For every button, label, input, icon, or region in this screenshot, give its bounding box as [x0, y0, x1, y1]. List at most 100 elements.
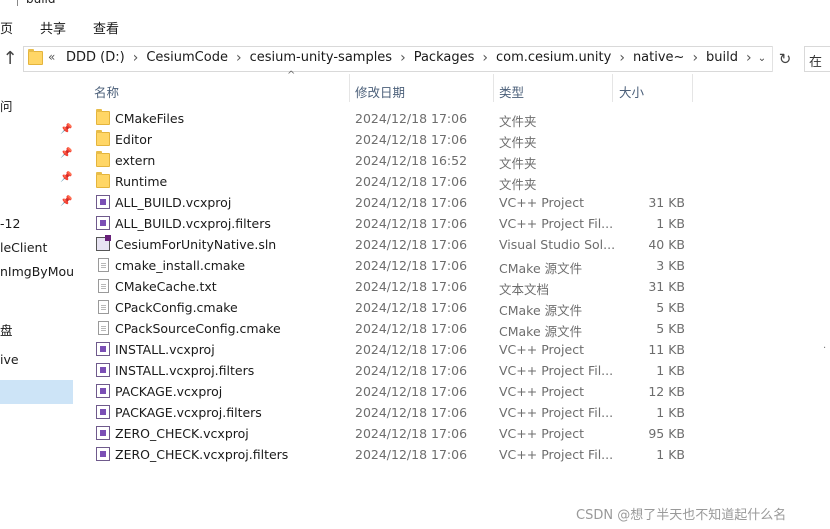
breadcrumb-item[interactable]: native~ [633, 50, 685, 65]
document-icon [98, 279, 109, 293]
file-row[interactable]: CMakeFiles 2024/12/18 17:06 文件夹 [74, 108, 734, 129]
nav-item-selected[interactable] [0, 380, 73, 404]
file-row[interactable]: CMakeCache.txt 2024/12/18 17:06 文本文档 31 … [74, 276, 734, 297]
chevron-right-icon[interactable]: › [482, 51, 488, 65]
address-overflow-button[interactable]: « [48, 50, 55, 64]
file-row[interactable]: CPackSourceConfig.cmake 2024/12/18 17:06… [74, 318, 734, 339]
file-type: 文件夹 [499, 177, 537, 192]
breadcrumb-item[interactable]: DDD (D:) [66, 50, 125, 65]
chevron-right-icon[interactable]: › [619, 51, 625, 65]
file-name: extern [115, 153, 156, 168]
folder-icon [96, 109, 110, 125]
tab-page[interactable]: 页 [0, 18, 13, 37]
file-row[interactable]: ALL_BUILD.vcxproj.filters 2024/12/18 17:… [74, 213, 734, 234]
search-placeholder: 在 [809, 55, 823, 70]
file-date: 2024/12/18 17:06 [355, 279, 468, 294]
document-icon [98, 321, 109, 335]
file-type: 文件夹 [499, 114, 537, 129]
file-row[interactable]: ALL_BUILD.vcxproj 2024/12/18 17:06 VC++ … [74, 192, 734, 213]
chevron-right-icon[interactable]: › [746, 51, 752, 65]
file-type: VC++ Project [499, 426, 584, 441]
file-type: Visual Studio Sol... [499, 237, 616, 252]
file-type: VC++ Project [499, 342, 584, 357]
file-name: PACKAGE.vcxproj [115, 384, 223, 399]
breadcrumb-item[interactable]: com.cesium.unity [496, 50, 611, 65]
vcxproj-icon [96, 426, 110, 440]
file-name: CMakeCache.txt [115, 279, 217, 294]
file-row[interactable]: Editor 2024/12/18 17:06 文件夹 [74, 129, 734, 150]
file-size: 1 KB [656, 216, 685, 231]
refresh-icon[interactable]: ↻ [772, 46, 797, 72]
chevron-right-icon[interactable]: › [133, 51, 139, 65]
file-date: 2024/12/18 17:06 [355, 258, 468, 273]
pin-icon[interactable]: 📌 [60, 172, 72, 183]
file-size: 3 KB [656, 258, 685, 273]
nav-item[interactable]: leClient [0, 240, 47, 255]
tab-share[interactable]: 共享 [40, 18, 66, 37]
nav-item[interactable]: -12 [0, 216, 20, 231]
file-type: CMake 源文件 [499, 324, 583, 339]
chevron-down-icon[interactable]: ⌄ [754, 46, 770, 70]
vcxproj-icon [96, 342, 110, 356]
pin-icon[interactable]: 📌 [60, 196, 72, 207]
file-size: 31 KB [648, 279, 685, 294]
file-type: 文件夹 [499, 135, 537, 150]
file-name: INSTALL.vcxproj [115, 342, 215, 357]
pin-icon[interactable]: 📌 [60, 124, 72, 135]
column-header-type[interactable]: 类型 [499, 82, 524, 101]
nav-item[interactable]: ive [0, 352, 19, 367]
file-name: ALL_BUILD.vcxproj [115, 195, 232, 210]
search-input[interactable]: 在 [804, 46, 830, 72]
file-row[interactable]: cmake_install.cmake 2024/12/18 17:06 CMa… [74, 255, 734, 276]
nav-item[interactable]: 盘 [0, 320, 13, 339]
breadcrumb-item[interactable]: CesiumCode [146, 50, 228, 65]
up-arrow-icon[interactable]: ↑ [0, 47, 20, 69]
column-header-size[interactable]: 大小 [619, 82, 644, 101]
column-divider[interactable] [349, 74, 350, 102]
file-date: 2024/12/18 17:06 [355, 447, 468, 462]
file-type: 文件夹 [499, 156, 537, 171]
nav-item[interactable]: nImgByMous [0, 264, 74, 279]
file-type: VC++ Project Fil... [499, 405, 614, 420]
breadcrumb-item[interactable]: build [706, 50, 738, 65]
breadcrumb: DDD (D:) › CesiumCode › cesium-unity-sampl… [66, 50, 760, 65]
file-list: CMakeFiles 2024/12/18 17:06 文件夹 Editor 2… [74, 108, 754, 468]
chevron-right-icon[interactable]: › [400, 51, 406, 65]
file-row[interactable]: CesiumForUnityNative.sln 2024/12/18 17:0… [74, 234, 734, 255]
file-row[interactable]: INSTALL.vcxproj 2024/12/18 17:06 VC++ Pr… [74, 339, 734, 360]
address-bar[interactable]: « DDD (D:) › CesiumCode › cesium-unity-sam… [23, 46, 773, 72]
column-header-date[interactable]: 修改日期 [355, 82, 405, 101]
file-row[interactable]: ZERO_CHECK.vcxproj 2024/12/18 17:06 VC++… [74, 423, 734, 444]
file-row[interactable]: INSTALL.vcxproj.filters 2024/12/18 17:06… [74, 360, 734, 381]
chevron-right-icon[interactable]: › [692, 51, 698, 65]
nav-item[interactable]: 问 [0, 96, 13, 115]
file-row[interactable]: PACKAGE.vcxproj 2024/12/18 17:06 VC++ Pr… [74, 381, 734, 402]
file-date: 2024/12/18 17:06 [355, 111, 468, 126]
column-divider[interactable] [493, 74, 494, 102]
file-date: 2024/12/18 17:06 [355, 300, 468, 315]
file-date: 2024/12/18 17:06 [355, 216, 468, 231]
column-divider[interactable] [692, 74, 693, 102]
breadcrumb-item[interactable]: cesium-unity-samples [250, 50, 393, 65]
chevron-right-icon[interactable]: › [236, 51, 242, 65]
file-row[interactable]: ZERO_CHECK.vcxproj.filters 2024/12/18 17… [74, 444, 734, 465]
tab-view[interactable]: 查看 [93, 18, 119, 37]
column-header-name[interactable]: 名称 [94, 82, 119, 101]
file-row[interactable]: CPackConfig.cmake 2024/12/18 17:06 CMake… [74, 297, 734, 318]
file-row[interactable]: Runtime 2024/12/18 17:06 文件夹 [74, 171, 734, 192]
folder-icon [96, 151, 110, 167]
file-name: ZERO_CHECK.vcxproj.filters [115, 447, 289, 462]
file-size: 95 KB [648, 426, 685, 441]
address-row: ↑ « DDD (D:) › CesiumCode › cesium-unity-s… [0, 42, 830, 74]
file-row[interactable]: PACKAGE.vcxproj.filters 2024/12/18 17:06… [74, 402, 734, 423]
ribbon-tabs: 页 共享 查看 [0, 6, 830, 43]
file-name: CPackSourceConfig.cmake [115, 321, 281, 336]
watermark: CSDN @想了半天也不知道起什么名 [576, 508, 787, 523]
file-size: 1 KB [656, 447, 685, 462]
file-row[interactable]: extern 2024/12/18 16:52 文件夹 [74, 150, 734, 171]
breadcrumb-item[interactable]: Packages [414, 50, 475, 65]
column-divider[interactable] [612, 74, 613, 102]
pin-icon[interactable]: 📌 [60, 148, 72, 159]
file-type: VC++ Project Fil... [499, 447, 614, 462]
file-date: 2024/12/18 17:06 [355, 426, 468, 441]
